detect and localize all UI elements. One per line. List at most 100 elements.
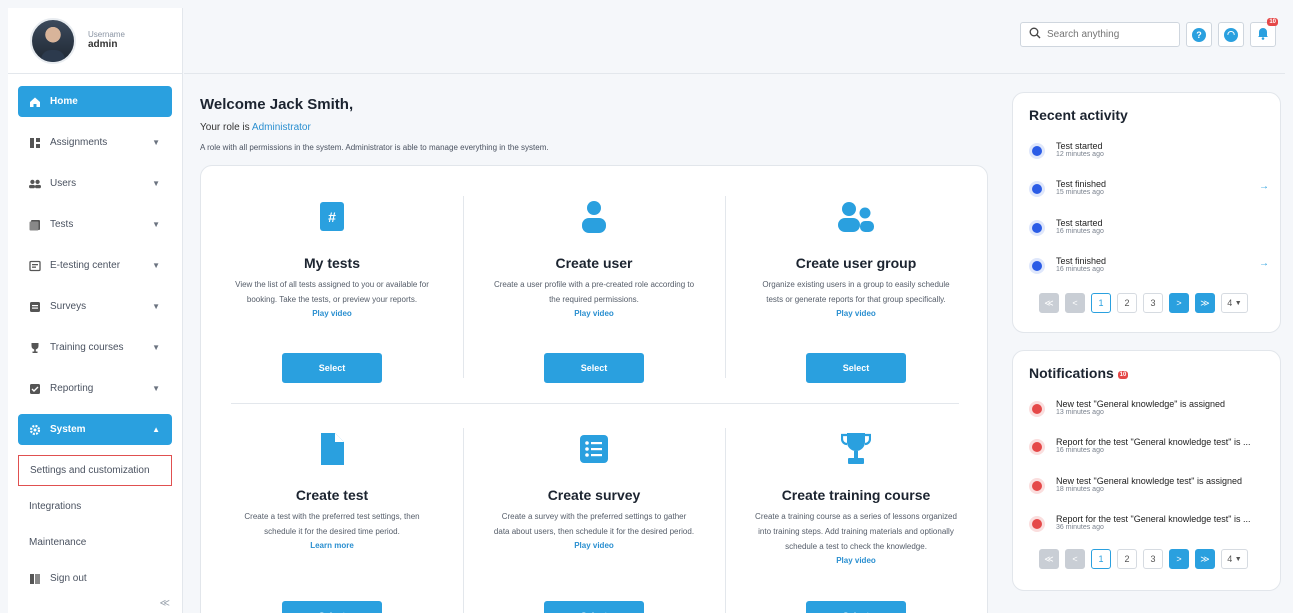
play-video-link[interactable]: Play video	[463, 307, 725, 320]
page-button[interactable]: 3	[1143, 549, 1163, 569]
activity-item[interactable]: Test started 16 minutes ago	[1029, 218, 1269, 248]
hashtag-book-icon: #	[201, 199, 463, 235]
sidebar-item-system[interactable]: System ▲	[18, 414, 172, 445]
sidebar-subitem-maintenance[interactable]: Maintenance	[18, 527, 172, 558]
search-input[interactable]	[1047, 29, 1167, 40]
recent-activity-panel: Recent activity Test started 12 minutes …	[1012, 92, 1281, 333]
sidebar-subitem-settings[interactable]: Settings and customization	[18, 455, 172, 486]
select-button[interactable]: Select	[544, 353, 644, 383]
activity-text: Test started	[1056, 141, 1103, 151]
first-page-button[interactable]: ≪	[1039, 549, 1059, 569]
page-button[interactable]: 1	[1091, 549, 1111, 569]
sign-out-button[interactable]: Sign out	[18, 563, 172, 594]
prev-page-button[interactable]: <	[1065, 293, 1085, 313]
users-icon	[29, 178, 41, 190]
etesting-icon	[29, 260, 41, 272]
search-box[interactable]	[1020, 22, 1180, 47]
panel-title: Recent activity	[1029, 107, 1128, 123]
tile-my-tests: # My tests View the list of all tests as…	[201, 199, 463, 389]
sidebar-item-label: Surveys	[50, 301, 87, 312]
play-video-link[interactable]: Play video	[463, 539, 725, 552]
sidebar: Username admin Home Assignments ▼ Users …	[8, 8, 183, 613]
select-button[interactable]: Select	[806, 353, 906, 383]
page-button[interactable]: 2	[1117, 549, 1137, 569]
tile-description: Organize existing users in a group to ea…	[762, 280, 950, 304]
arrow-right-icon[interactable]: →	[1259, 181, 1269, 192]
sidebar-item-etesting-center[interactable]: E-testing center ▼	[18, 250, 172, 281]
learn-more-link[interactable]: Learn more	[201, 539, 463, 552]
username: admin	[88, 39, 118, 51]
tile-description: Create a training course as a series of …	[755, 512, 957, 551]
select-button[interactable]: Select	[282, 601, 382, 613]
arrow-right-icon[interactable]: →	[1259, 258, 1269, 269]
notification-dot	[1032, 519, 1042, 529]
notifications-title: Notifications	[1029, 365, 1114, 381]
page-button[interactable]: 1	[1091, 293, 1111, 313]
help-button[interactable]: ?	[1186, 22, 1212, 47]
select-button[interactable]: Select	[282, 353, 382, 383]
panel-title: Notifications 10	[1029, 365, 1129, 381]
topbar: ? ◠ 10	[184, 8, 1285, 74]
collapse-sidebar-button[interactable]: ≪	[160, 598, 170, 609]
support-button[interactable]: ◠	[1218, 22, 1244, 47]
select-button[interactable]: Select	[806, 601, 906, 613]
tile-description: Create a user profile with a pre-created…	[493, 280, 695, 304]
page-size-select[interactable]: 4 ▼	[1221, 293, 1248, 313]
activity-item[interactable]: Test finished 16 minutes ago →	[1029, 256, 1269, 286]
trophy-icon	[725, 431, 987, 467]
sidebar-item-label: Assignments	[50, 137, 108, 148]
sidebar-item-users[interactable]: Users ▼	[18, 168, 172, 199]
play-video-link[interactable]: Play video	[201, 307, 463, 320]
sidebar-item-label: Reporting	[50, 383, 94, 394]
sidebar-item-label: Home	[50, 96, 78, 107]
play-video-link[interactable]: Play video	[725, 554, 987, 567]
quick-actions-panel: # My tests View the list of all tests as…	[200, 165, 988, 613]
page-size-select[interactable]: 4 ▼	[1221, 549, 1248, 569]
first-page-button[interactable]: ≪	[1039, 293, 1059, 313]
notification-dot	[1032, 481, 1042, 491]
role-link[interactable]: Administrator	[252, 122, 311, 133]
role-prefix: Your role is	[200, 122, 250, 133]
chevron-down-icon: ▼	[152, 261, 160, 270]
notification-time: 13 minutes ago	[1056, 409, 1104, 416]
notification-item[interactable]: New test "General knowledge" is assigned…	[1029, 399, 1269, 429]
chevron-down-icon: ▼	[1234, 299, 1242, 307]
role-line: Your role is Administrator	[200, 122, 311, 133]
select-button[interactable]: Select	[544, 601, 644, 613]
activity-item[interactable]: Test started 12 minutes ago	[1029, 141, 1269, 171]
activity-dot	[1032, 146, 1042, 156]
page-button[interactable]: 3	[1143, 293, 1163, 313]
notification-item[interactable]: Report for the test "General knowledge t…	[1029, 514, 1269, 544]
notification-item[interactable]: New test "General knowledge test" is ass…	[1029, 476, 1269, 506]
notifications-button[interactable]: 10	[1250, 18, 1278, 47]
user-text: Username admin	[88, 30, 125, 52]
notification-dot	[1032, 404, 1042, 414]
tile-title: Create user	[555, 255, 633, 271]
trophy-icon	[29, 342, 41, 354]
list-icon	[463, 431, 725, 467]
sidebar-item-training-courses[interactable]: Training courses ▼	[18, 332, 172, 363]
role-description: A role with all permissions in the syste…	[200, 143, 549, 152]
sidebar-item-surveys[interactable]: Surveys ▼	[18, 291, 172, 322]
notification-item[interactable]: Report for the test "General knowledge t…	[1029, 437, 1269, 467]
sidebar-item-assignments[interactable]: Assignments ▼	[18, 127, 172, 158]
headset-icon: ◠	[1224, 27, 1238, 42]
activity-item[interactable]: Test finished 15 minutes ago →	[1029, 179, 1269, 209]
page-button[interactable]: 2	[1117, 293, 1137, 313]
next-page-button[interactable]: >	[1169, 549, 1189, 569]
play-video-link[interactable]: Play video	[725, 307, 987, 320]
sidebar-subitem-integrations[interactable]: Integrations	[18, 491, 172, 522]
user-icon	[463, 199, 725, 235]
sidebar-item-reporting[interactable]: Reporting ▼	[18, 373, 172, 404]
tile-description: Create a survey with the preferred setti…	[493, 512, 695, 536]
username-caption: Username	[88, 29, 125, 39]
prev-page-button[interactable]: <	[1065, 549, 1085, 569]
sidebar-item-tests[interactable]: Tests ▼	[18, 209, 172, 240]
next-page-button[interactable]: >	[1169, 293, 1189, 313]
sidebar-item-home[interactable]: Home	[18, 86, 172, 117]
last-page-button[interactable]: ≫	[1195, 293, 1215, 313]
user-box[interactable]: Username admin	[8, 8, 182, 74]
tile-title: Create test	[295, 487, 369, 503]
avatar[interactable]	[30, 17, 76, 64]
last-page-button[interactable]: ≫	[1195, 549, 1215, 569]
